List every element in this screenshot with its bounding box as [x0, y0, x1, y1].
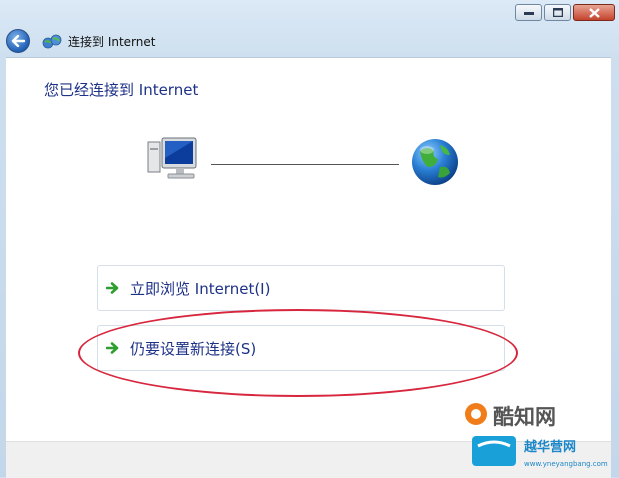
- connection-line: [211, 164, 399, 165]
- watermark-brand: 酷知网: [493, 405, 556, 429]
- network-connection-icon: [42, 34, 62, 49]
- watermark-sub: 越华营网: [523, 439, 576, 455]
- maximize-icon: [552, 8, 563, 17]
- back-button[interactable]: [6, 29, 30, 53]
- watermark-logo: 酷知网 越华营网 www.yneyangbang.com: [465, 403, 608, 468]
- browse-internet-label: 立即浏览 Internet(I): [130, 279, 271, 298]
- green-arrow-icon: [106, 342, 119, 354]
- setup-new-connection-label: 仍要设置新连接(S): [130, 339, 257, 358]
- green-arrow-icon: [106, 282, 119, 294]
- setup-new-connection-option[interactable]: 仍要设置新连接(S): [97, 325, 505, 371]
- minimize-icon: [523, 11, 534, 15]
- caption-buttons: [515, 4, 615, 21]
- window-frame: 连接到 Internet 您已经连接到 Internet 立即浏览 Intern…: [0, 0, 619, 478]
- watermark-url: www.yneyangbang.com: [524, 460, 608, 468]
- minimize-button[interactable]: [515, 4, 542, 21]
- globe-icon: [412, 139, 458, 185]
- maximize-button[interactable]: [544, 4, 571, 21]
- status-heading: 您已经连接到 Internet: [44, 81, 199, 99]
- browse-internet-option[interactable]: 立即浏览 Internet(I): [97, 265, 505, 311]
- content-panel: 您已经连接到 Internet 立即浏览 Internet(I) 仍要设置新连接…: [6, 57, 611, 442]
- navigation-bar: 连接到 Internet: [6, 26, 606, 56]
- computer-icon: [147, 137, 197, 179]
- window-title: 连接到 Internet: [68, 34, 156, 49]
- close-icon: [588, 7, 600, 18]
- back-arrow-icon: [11, 35, 25, 47]
- close-button[interactable]: [573, 4, 615, 21]
